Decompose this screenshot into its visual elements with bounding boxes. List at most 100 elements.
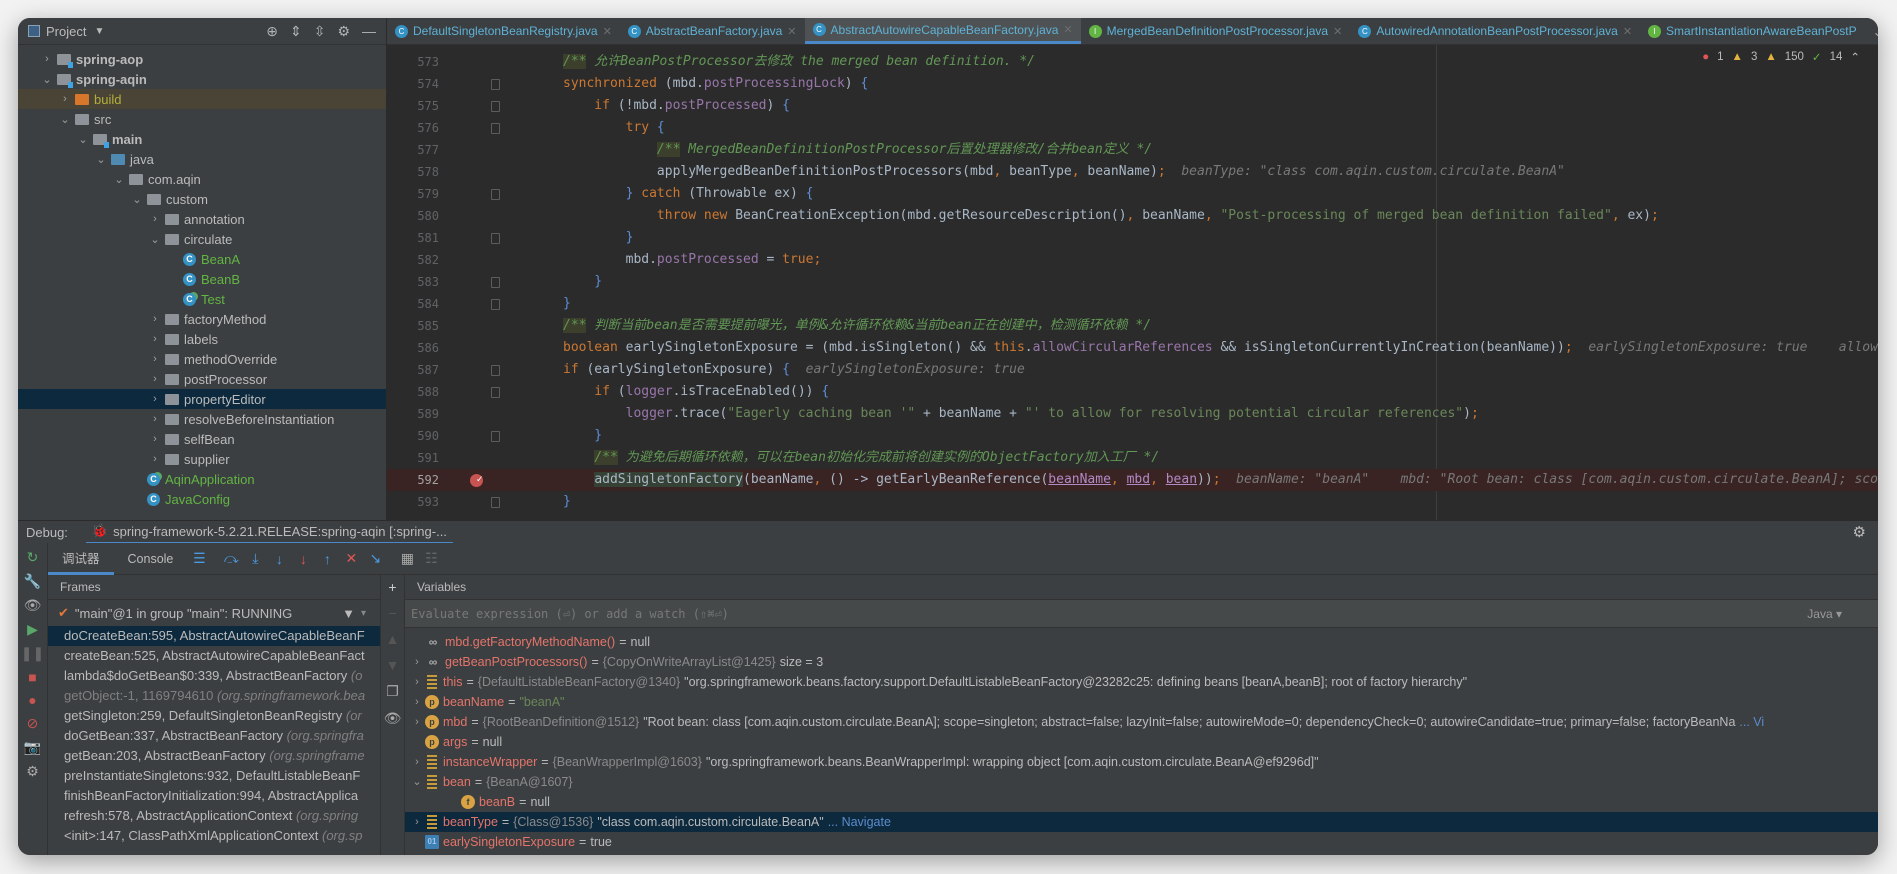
tree-item[interactable]: › factoryMethod: [18, 309, 386, 329]
line-number[interactable]: 576: [387, 117, 439, 139]
fold-close-icon[interactable]: [491, 497, 500, 508]
close-icon[interactable]: ✕: [1333, 25, 1342, 38]
stack-frame[interactable]: preInstantiateSingletons:932, DefaultLis…: [48, 766, 380, 786]
chevron-right-icon[interactable]: ›: [148, 393, 162, 405]
gear-icon[interactable]: ⚙: [1853, 523, 1866, 541]
tree-item[interactable]: ⌄ src: [18, 109, 386, 129]
tree-item[interactable]: ⌄ java: [18, 149, 386, 169]
variable-link[interactable]: ... Vi: [1739, 712, 1764, 732]
code-text[interactable]: /** 判断当前bean是否需要提前曝光，单例&允许循环依赖&当前bean正在创…: [563, 315, 1151, 337]
chevron-down-icon[interactable]: ⌄: [58, 113, 72, 126]
tree-item[interactable]: C AqinApplication: [18, 469, 386, 489]
code-text[interactable]: synchronized (mbd.postProcessingLock) {: [563, 73, 868, 95]
chevron-down-icon[interactable]: ⌄: [40, 73, 54, 86]
stack-frame[interactable]: finishBeanFactoryInitialization:994, Abs…: [48, 786, 380, 806]
run-to-cursor-icon[interactable]: ↘: [363, 550, 387, 567]
tab-debugger[interactable]: 调试器: [48, 543, 114, 575]
mute-breakpoints-icon[interactable]: ⊘: [27, 715, 39, 732]
code-text[interactable]: throw new BeanCreationException(mbd.getR…: [563, 205, 1659, 227]
line-number[interactable]: 583: [387, 271, 439, 293]
tree-item[interactable]: C JavaConfig: [18, 489, 386, 509]
hide-icon[interactable]: —: [362, 23, 376, 39]
force-step-into-icon[interactable]: ↓: [291, 551, 315, 567]
code-text[interactable]: applyMergedBeanDefinitionPostProcessors(…: [563, 161, 1565, 183]
tree-item[interactable]: › labels: [18, 329, 386, 349]
chevron-right-icon[interactable]: ›: [148, 353, 162, 365]
stack-frame[interactable]: getBean:203, AbstractBeanFactory (org.sp…: [48, 746, 380, 766]
line-number[interactable]: 573: [387, 51, 439, 73]
variable-row[interactable]: › this = {DefaultListableBeanFactory@1340} "…: [405, 672, 1878, 692]
tree-item[interactable]: ⌄ circulate: [18, 229, 386, 249]
move-down-icon[interactable]: ▼: [386, 657, 400, 673]
code-text[interactable]: }: [563, 293, 571, 315]
chevron-right-icon[interactable]: ›: [148, 213, 162, 225]
tree-item[interactable]: ⌄ main: [18, 129, 386, 149]
editor-tab[interactable]: C AbstractAutowireCapableBeanFactory.java…: [804, 18, 1081, 44]
line-number[interactable]: 589: [387, 403, 439, 425]
editor-tab[interactable]: C DefaultSingletonBeanRegistry.java ✕: [387, 18, 620, 44]
tab-overflow-chevron-icon[interactable]: ⌄: [1865, 18, 1878, 44]
code-text[interactable]: /** MergedBeanDefinitionPostProcessor后置处…: [563, 139, 1152, 161]
line-number[interactable]: 578: [387, 161, 439, 183]
stack-frame[interactable]: lambda$doGetBean$0:339, AbstractBeanFact…: [48, 666, 380, 686]
tree-item[interactable]: › resolveBeforeInstantiation: [18, 409, 386, 429]
glasses-icon[interactable]: 👁: [384, 710, 402, 727]
tree-item[interactable]: › annotation: [18, 209, 386, 229]
fold-open-icon[interactable]: [491, 101, 500, 112]
code-text[interactable]: addSingletonFactory(beanName, () -> getE…: [563, 469, 1878, 491]
line-number[interactable]: 574: [387, 73, 439, 95]
tree-item[interactable]: › propertyEditor: [18, 389, 386, 409]
run-config-tab[interactable]: 🐞 spring-framework-5.2.21.RELEASE:spring…: [85, 521, 453, 544]
chevron-down-icon[interactable]: ⌄: [76, 133, 90, 146]
chevron-down-icon[interactable]: ⌄: [112, 173, 126, 186]
code-text[interactable]: }: [563, 491, 571, 513]
evaluate-expression-input[interactable]: Evaluate expression (⏎) or add a watch (…: [405, 600, 1878, 628]
fold-close-icon[interactable]: [491, 277, 500, 288]
line-number[interactable]: 590: [387, 425, 439, 447]
code-text[interactable]: /** 允许BeanPostProcessor去修改 the merged be…: [563, 51, 1035, 73]
close-icon[interactable]: ✕: [787, 25, 796, 38]
step-over-icon[interactable]: ⤓: [243, 550, 267, 567]
remove-watch-icon[interactable]: −: [388, 605, 396, 621]
line-number[interactable]: 588: [387, 381, 439, 403]
chevron-right-icon[interactable]: ›: [148, 433, 162, 445]
drop-frame-icon[interactable]: ✕: [339, 550, 363, 567]
code-text[interactable]: try {: [563, 117, 665, 139]
code-text[interactable]: if (logger.isTraceEnabled()) {: [563, 381, 829, 403]
variable-row[interactable]: f beanB = null: [405, 792, 1878, 812]
step-into-icon[interactable]: ↓: [267, 551, 291, 567]
chevron-right-icon[interactable]: ›: [409, 692, 425, 712]
tree-item[interactable]: C BeanB: [18, 269, 386, 289]
resume-icon[interactable]: ▶: [27, 621, 38, 638]
chevron-right-icon[interactable]: ›: [409, 712, 425, 732]
step-out-icon[interactable]: ↑: [315, 551, 339, 567]
chevron-right-icon[interactable]: ›: [409, 812, 425, 832]
variable-link[interactable]: ... Navigate: [828, 812, 891, 832]
line-number[interactable]: 587: [387, 359, 439, 381]
tree-item[interactable]: › spring-aop: [18, 49, 386, 69]
chevron-right-icon[interactable]: ›: [148, 313, 162, 325]
variable-row[interactable]: › p mbd = {RootBeanDefinition@1512} "Root bea…: [405, 712, 1878, 732]
chevron-right-icon[interactable]: ›: [148, 333, 162, 345]
chevron-right-icon[interactable]: ›: [148, 413, 162, 425]
wrench-icon[interactable]: 🔧: [24, 573, 41, 590]
tree-item[interactable]: ⌄ com.aqin: [18, 169, 386, 189]
variable-row[interactable]: › ∞ getBeanPostProcessors() = {CopyOnWriteAr…: [405, 652, 1878, 672]
tree-item[interactable]: › build: [18, 89, 386, 109]
editor-tab[interactable]: C AutowiredAnnotationBeanPostProcessor.ja…: [1350, 18, 1640, 44]
tree-item[interactable]: ⌄ spring-aqin: [18, 69, 386, 89]
project-title[interactable]: Project: [46, 24, 86, 39]
close-icon[interactable]: ✕: [1063, 23, 1072, 36]
variable-row[interactable]: › beanType = {Class@1536} "class com.aqin.cu…: [405, 812, 1878, 832]
code-text[interactable]: }: [563, 425, 602, 447]
fold-close-icon[interactable]: [491, 299, 500, 310]
copy-icon[interactable]: ❐: [386, 683, 399, 700]
chevron-down-icon[interactable]: ⌄: [94, 153, 108, 166]
tree-item[interactable]: C Test: [18, 289, 386, 309]
move-up-icon[interactable]: ▲: [386, 631, 400, 647]
view-breakpoints-icon[interactable]: ●: [28, 692, 36, 708]
evaluate-icon[interactable]: ▦: [395, 550, 419, 567]
chevron-up-icon[interactable]: ⌃: [1850, 50, 1860, 64]
chevron-down-icon[interactable]: ▾: [361, 608, 366, 619]
line-number[interactable]: 579: [387, 183, 439, 205]
